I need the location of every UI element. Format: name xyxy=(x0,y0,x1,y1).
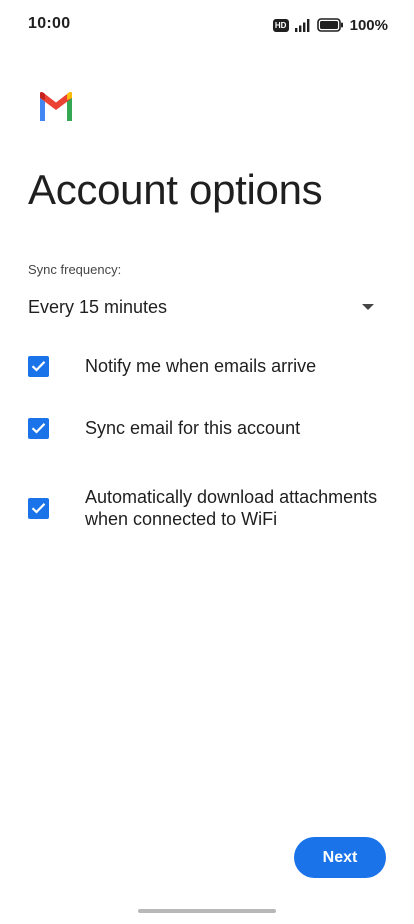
auto-download-checkbox[interactable] xyxy=(28,497,49,519)
battery-percent: 100% xyxy=(349,16,388,34)
status-bar: 10:00 HD 100% xyxy=(0,0,414,50)
gmail-logo-icon xyxy=(40,92,72,121)
notify-option[interactable]: Notify me when emails arrive xyxy=(28,354,386,378)
status-icons: HD 100% xyxy=(272,15,388,35)
sync-email-checkbox[interactable] xyxy=(28,417,49,439)
signal-icon xyxy=(294,18,310,32)
notify-checkbox[interactable] xyxy=(28,355,49,377)
checkmark-icon xyxy=(31,361,46,372)
checkmark-icon xyxy=(31,423,46,434)
sync-frequency-label: Sync frequency: xyxy=(28,262,122,277)
account-options-screen: 10:00 HD 100% Account options Sync frequ… xyxy=(0,0,414,924)
dropdown-arrow-icon xyxy=(362,304,374,310)
battery-icon xyxy=(316,18,343,32)
hd-icon: HD xyxy=(272,18,289,32)
sync-frequency-dropdown[interactable]: Every 15 minutes xyxy=(28,290,386,324)
page-title: Account options xyxy=(28,166,323,213)
notify-option-label: Notify me when emails arrive xyxy=(85,356,317,376)
auto-download-option[interactable]: Automatically download attachments when … xyxy=(28,473,386,543)
checkmark-icon xyxy=(31,503,46,514)
home-indicator[interactable] xyxy=(138,909,276,913)
auto-download-option-label: Automatically download attachments when … xyxy=(85,487,378,529)
status-time: 10:00 xyxy=(28,15,71,32)
sync-frequency-value: Every 15 minutes xyxy=(28,296,168,317)
sync-email-option[interactable]: Sync email for this account xyxy=(28,416,386,440)
next-button[interactable]: Next xyxy=(294,837,386,878)
sync-email-option-label: Sync email for this account xyxy=(85,418,301,438)
